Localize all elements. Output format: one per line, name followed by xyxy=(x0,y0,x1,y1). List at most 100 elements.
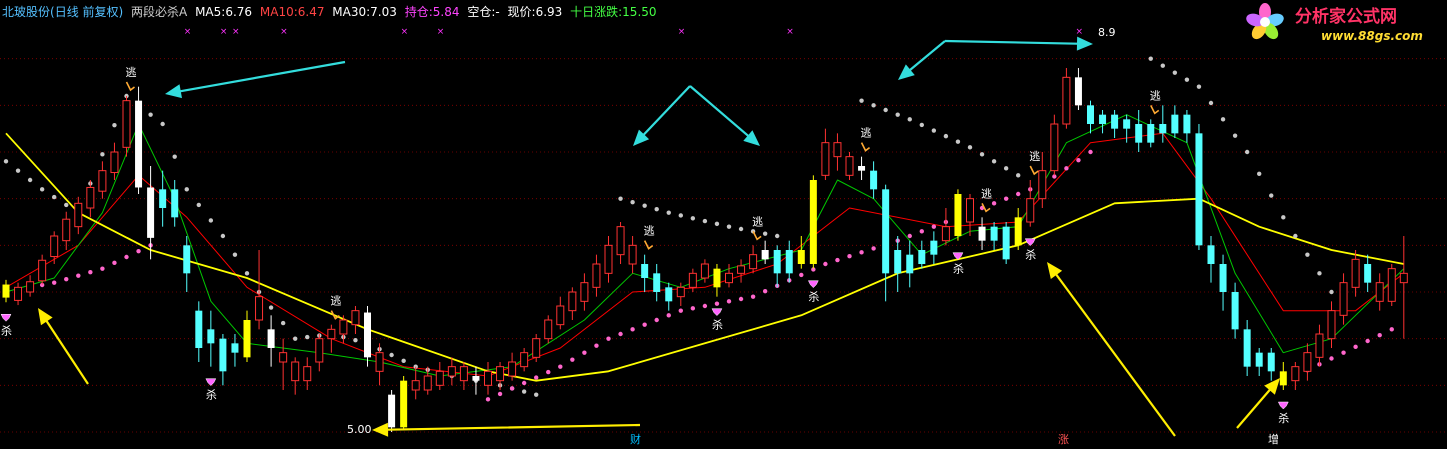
sell-signal-label: 杀 xyxy=(206,388,217,402)
candle-body xyxy=(628,244,637,265)
candle-body xyxy=(653,273,661,292)
candle-body xyxy=(219,338,227,372)
sar-dot-upper xyxy=(1329,289,1334,295)
candle-body xyxy=(1303,352,1312,372)
candle-body xyxy=(737,265,746,274)
running-man-icon xyxy=(1029,165,1039,176)
candle-body xyxy=(447,366,456,377)
sar-dot-upper xyxy=(678,213,683,218)
candle-body xyxy=(749,254,758,270)
candle-body xyxy=(966,198,974,223)
sar-dot-upper xyxy=(232,252,238,257)
diamond-icon xyxy=(205,378,217,387)
sar-dot-lower xyxy=(136,248,141,254)
sar-dot-upper xyxy=(775,233,780,239)
candle-body xyxy=(688,272,697,288)
sar-dot-lower xyxy=(799,272,804,278)
candle-body xyxy=(761,250,769,260)
escape-signal-label: 逃 xyxy=(981,187,992,200)
candle-body xyxy=(2,284,10,298)
yellow-arrow xyxy=(1047,262,1176,437)
sar-dot-lower xyxy=(76,273,81,278)
sar-dot-lower xyxy=(714,301,720,306)
candle-body xyxy=(906,254,914,274)
candle-body xyxy=(74,202,83,228)
candle-body xyxy=(604,244,613,274)
candle-body xyxy=(135,100,143,188)
candle-body xyxy=(183,245,191,274)
candle-body xyxy=(435,370,444,386)
sar-dot-lower xyxy=(678,308,683,313)
candle-body xyxy=(364,312,371,358)
logo-title: 分析家公式网 xyxy=(1295,6,1397,27)
sar-dot-upper xyxy=(220,233,226,239)
sar-dot-upper xyxy=(521,389,527,394)
event-marker-icon: × xyxy=(437,27,445,37)
sar-dot-upper xyxy=(184,187,189,192)
candle-body xyxy=(1038,170,1047,200)
ma-red-line xyxy=(5,132,1405,377)
candle-body xyxy=(171,189,179,218)
candle-body xyxy=(472,376,480,381)
sar-dot-lower xyxy=(594,343,599,348)
candle-body xyxy=(98,170,107,192)
candle-body xyxy=(400,380,408,428)
sar-dot-upper xyxy=(907,117,912,122)
candle-body xyxy=(833,142,842,158)
candle-body xyxy=(1183,114,1191,134)
candle-body xyxy=(592,263,601,288)
sell-signal-label: 杀 xyxy=(808,290,819,304)
sar-dot-lower xyxy=(654,317,659,323)
sar-dot-lower xyxy=(1377,332,1382,338)
candle-body xyxy=(1195,133,1203,246)
candle-body xyxy=(339,319,348,335)
info-marker-cai[interactable]: 财 xyxy=(630,432,641,446)
sar-dot-upper xyxy=(618,196,623,201)
candle-body xyxy=(351,310,360,326)
candle-body xyxy=(1026,198,1035,223)
cyan-arrow xyxy=(165,60,346,99)
sar-dot-lower xyxy=(570,357,575,362)
info-marker-zhang[interactable]: 涨 xyxy=(1058,433,1069,446)
candle-body xyxy=(1351,258,1360,288)
running-man-icon xyxy=(1150,104,1160,115)
sar-dot-upper xyxy=(738,226,744,232)
candle-body xyxy=(147,187,155,238)
sar-dot-upper xyxy=(1244,149,1250,155)
sar-dot-upper xyxy=(642,203,647,208)
candle-body xyxy=(110,151,119,174)
candle-body xyxy=(375,352,384,372)
sar-dot-lower xyxy=(991,201,997,206)
info-marker-zeng[interactable]: 增 xyxy=(1268,432,1279,446)
candle-body xyxy=(1159,124,1167,134)
site-logo[interactable]: 分析家公式网 www.88gs.com xyxy=(1243,0,1447,46)
running-man-icon xyxy=(125,81,135,92)
sar-dot-lower xyxy=(1389,327,1394,332)
cyan-arrow xyxy=(898,40,946,80)
sar-dot-upper xyxy=(52,194,57,200)
sar-dot-lower xyxy=(88,269,93,275)
escape-signal-label: 逃 xyxy=(1150,89,1161,102)
sar-dot-upper xyxy=(196,202,201,208)
candle-body xyxy=(1171,114,1179,134)
price-value: 6.93 xyxy=(535,5,563,19)
sar-dot-lower xyxy=(582,350,587,355)
diamond-icon xyxy=(1024,238,1036,247)
candle-body xyxy=(990,226,998,241)
sar-dot-upper xyxy=(208,218,214,223)
cyan-arrow xyxy=(944,36,1093,51)
sar-dot-upper xyxy=(967,145,973,150)
event-marker-icon: × xyxy=(232,27,240,37)
candle-body xyxy=(26,281,35,293)
candle-body xyxy=(616,226,625,256)
sar-dot-upper xyxy=(919,122,924,128)
stock-name[interactable]: 北玻股份 xyxy=(2,5,50,19)
escape-signal-label: 逃 xyxy=(752,215,763,228)
sar-dot-upper xyxy=(1016,173,1021,178)
candle-body xyxy=(423,375,432,391)
candle-body xyxy=(870,170,878,190)
candle-body xyxy=(231,343,239,353)
sar-dot-upper xyxy=(690,216,696,221)
sar-dot-lower xyxy=(871,246,876,251)
sar-dot-upper xyxy=(883,107,888,113)
